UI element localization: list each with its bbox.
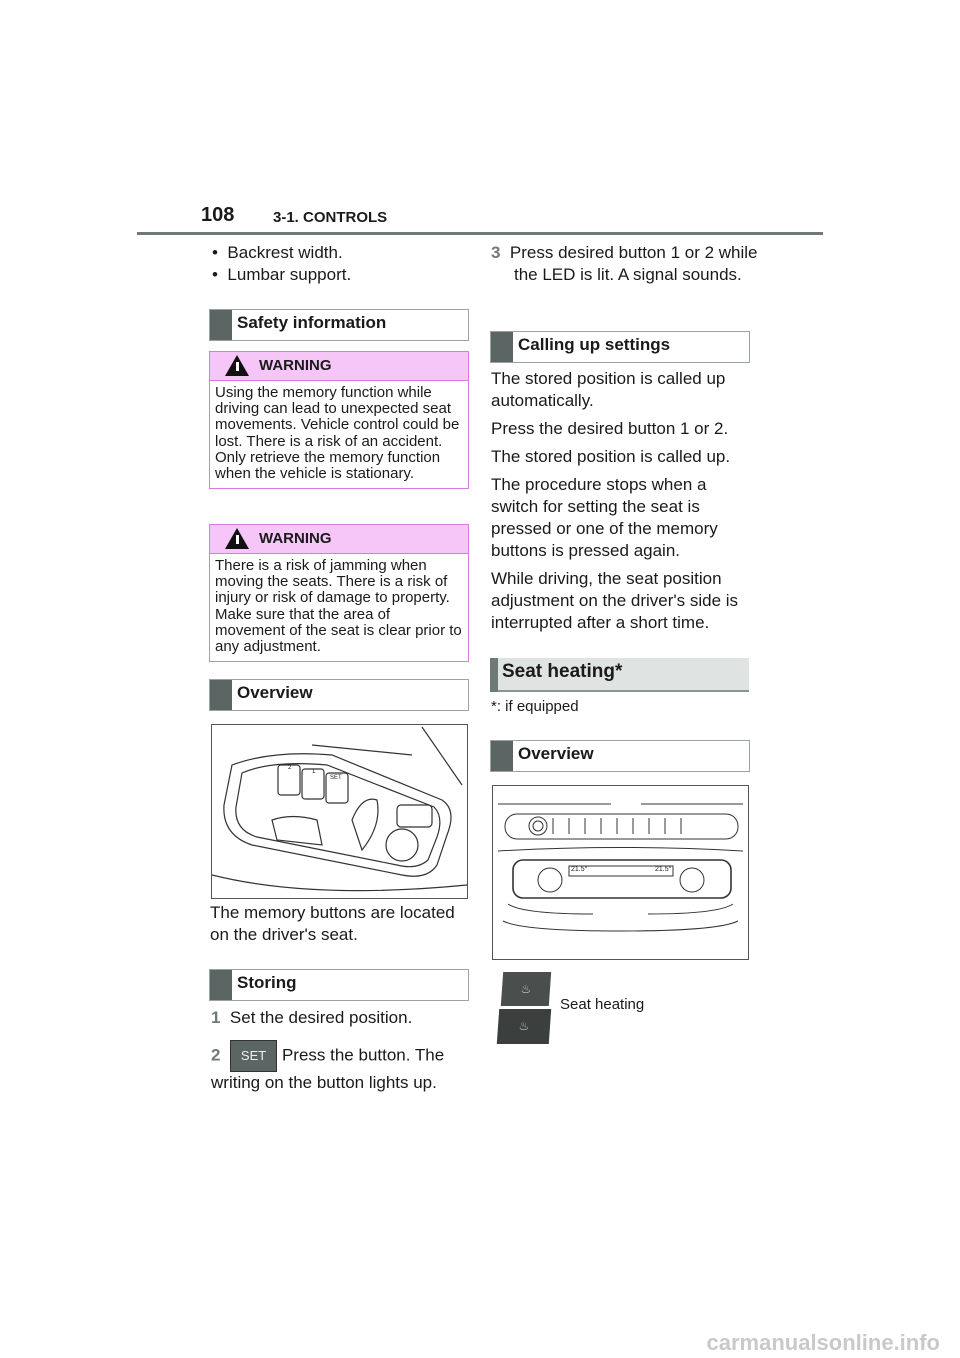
calling-up-heading: Calling up settings: [490, 331, 750, 363]
seat-heating-label: Seat heating: [560, 996, 645, 1013]
chapter-title: 3-1. CONTROLS: [273, 209, 388, 226]
set-button-icon: SET: [229, 1040, 278, 1072]
bullet-item: • Lumbar support.: [212, 265, 352, 284]
warning-icon: [225, 528, 249, 549]
set-button-label: SET: [330, 775, 342, 781]
bullet-item: • Backrest width.: [212, 243, 343, 262]
warning-box-2: WARNING There is a risk of jamming when …: [209, 524, 469, 663]
bullet-list: • Backrest width. • Lumbar support.: [212, 242, 351, 286]
climate-panel-figure: 21.5° 21.5°: [492, 785, 749, 960]
figure-caption: The memory buttons are located on the dr…: [210, 903, 455, 944]
warning-label: WARNING: [259, 530, 332, 547]
warning-text: Using the memory function while driving …: [215, 384, 460, 483]
step-3: 3 Press desired button 1 or 2 while the …: [491, 243, 758, 284]
page-number: 108: [201, 204, 235, 226]
step-2: 2 SET Press the button. The writing on t…: [211, 1040, 466, 1094]
footnote: *: if equipped: [491, 698, 579, 715]
memory-button-1-label: 1: [312, 769, 316, 775]
seat-heating-heading: Seat heating*: [490, 658, 749, 692]
warning-box-1: WARNING Using the memory function while …: [209, 351, 469, 490]
header-rule: [137, 232, 823, 235]
seat-heating-button-icon: ♨ ♨: [496, 972, 552, 1044]
calling-up-text: The stored position is called up automat…: [491, 369, 739, 632]
memory-button-2-label: 2: [288, 765, 292, 771]
warning-icon: [225, 355, 249, 376]
step-1: 1 Set the desired position.: [211, 1008, 413, 1027]
watermark: carmanualsonline.info: [706, 1330, 941, 1355]
storing-heading: Storing: [209, 969, 469, 1001]
seat-memory-figure: 2 1 SET: [211, 724, 468, 899]
right-temp-display: 21.5°: [655, 866, 672, 873]
safety-heading: Safety information: [209, 309, 469, 341]
warning-label: WARNING: [259, 357, 332, 374]
overview-heading: Overview: [209, 679, 469, 711]
left-temp-display: 21.5°: [571, 866, 588, 873]
overview-heading-2: Overview: [490, 740, 750, 772]
warning-text: There is a risk of jamming when moving t…: [215, 557, 462, 656]
manual-page: 108 3-1. CONTROLS • Backrest width. • Lu…: [0, 0, 960, 1358]
